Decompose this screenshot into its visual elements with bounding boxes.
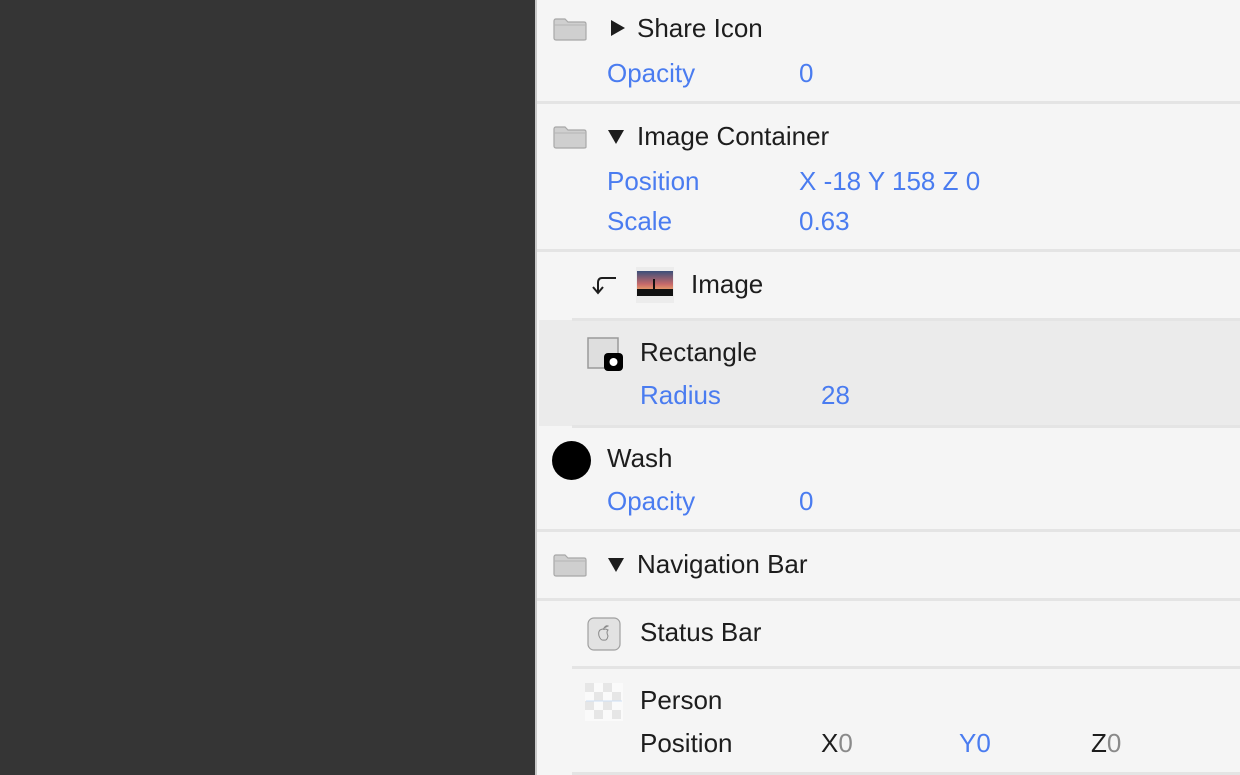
layer-name-image[interactable]: Image xyxy=(691,269,763,300)
prop-label-position: Position xyxy=(607,166,700,196)
divider xyxy=(537,249,1240,252)
prop-label-opacity: Opacity xyxy=(607,58,696,88)
disclosure-expanded-icon[interactable] xyxy=(608,130,624,144)
x-value[interactable]: 0 xyxy=(838,728,852,758)
layer-name-status-bar[interactable]: Status Bar xyxy=(640,617,761,648)
layers-panel: Share Icon Opacity 0 Image Container Pos… xyxy=(535,0,1240,775)
layer-name-person[interactable]: Person xyxy=(640,685,722,716)
prop-position-z[interactable]: Z0 xyxy=(1091,728,1121,759)
divider xyxy=(537,598,1240,601)
disclosure-collapsed-icon[interactable] xyxy=(611,20,625,36)
folder-icon xyxy=(553,18,587,41)
layer-name-wash[interactable]: Wash xyxy=(607,443,673,474)
disclosure-expanded-icon[interactable] xyxy=(608,558,624,572)
prop-value-radius[interactable]: 28 xyxy=(821,380,850,411)
prop-label-radius: Radius xyxy=(640,380,721,410)
prop-position-x[interactable]: X0 xyxy=(821,728,853,759)
prop-value-scale[interactable]: 0.63 xyxy=(799,206,850,237)
divider xyxy=(537,529,1240,532)
folder-icon xyxy=(553,126,587,149)
prop-value-opacity[interactable]: 0 xyxy=(799,58,813,89)
layer-name-image-container[interactable]: Image Container xyxy=(637,121,829,152)
layer-name-navigation-bar[interactable]: Navigation Bar xyxy=(637,549,808,580)
prop-label-opacity: Opacity xyxy=(607,486,696,516)
divider xyxy=(572,666,1240,669)
transparent-image-icon xyxy=(585,683,623,721)
canvas-area xyxy=(0,0,535,775)
prop-value-position[interactable]: X -18 Y 158 Z 0 xyxy=(799,166,980,197)
status-bar-component-icon xyxy=(587,617,621,651)
z-value[interactable]: 0 xyxy=(1107,728,1121,758)
layer-name-share-icon[interactable]: Share Icon xyxy=(637,13,763,44)
prop-position-y[interactable]: Y0 xyxy=(959,728,991,759)
prop-label-scale: Scale xyxy=(607,206,673,236)
folder-icon xyxy=(553,554,587,577)
image-thumbnail-icon xyxy=(636,267,674,303)
divider xyxy=(572,425,1240,428)
rectangle-shape-icon xyxy=(587,337,623,371)
oval-shape-icon xyxy=(552,441,591,480)
divider xyxy=(537,101,1240,104)
layer-name-rectangle[interactable]: Rectangle xyxy=(640,337,757,368)
prop-label-position: Position xyxy=(640,728,733,758)
divider xyxy=(572,318,1240,321)
x-label: X xyxy=(821,728,839,758)
mask-arrow-icon xyxy=(592,277,616,295)
z-label: Z xyxy=(1091,728,1107,758)
prop-value-opacity[interactable]: 0 xyxy=(799,486,813,517)
